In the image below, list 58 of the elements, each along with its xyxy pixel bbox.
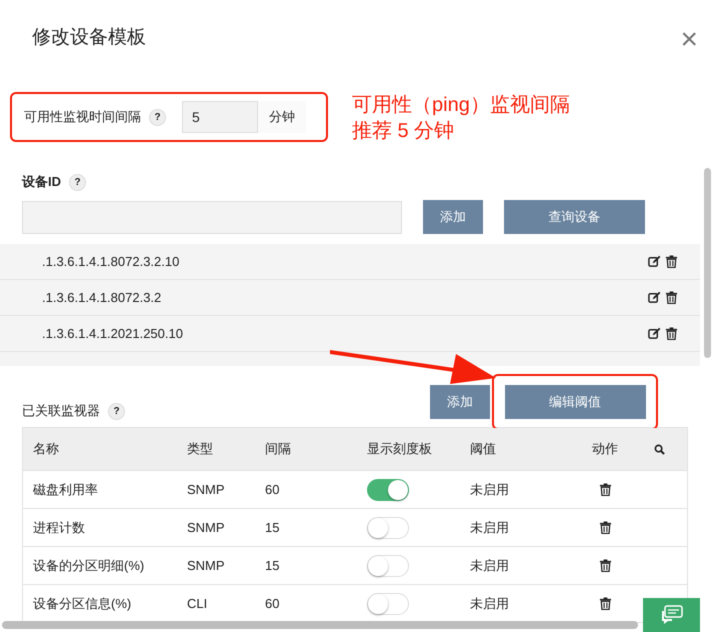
edit-icon[interactable] <box>648 291 661 304</box>
column-header: 动作 <box>591 440 619 458</box>
annotation-text: 可用性（ping）监视间隔 <box>352 93 570 118</box>
unit-label: 分钟 <box>258 101 306 133</box>
interval-label: 可用性监视时间间隔 <box>24 108 141 126</box>
chat-icon <box>660 605 684 625</box>
monitors-label: 已关联监视器 <box>22 402 100 420</box>
device-id-field[interactable] <box>22 200 402 234</box>
table-cell-text: 磁盘利用率 <box>32 480 99 498</box>
oid-text: .1.3.6.1.4.1.8072.3.2.10 <box>42 254 180 269</box>
column-header: 类型 <box>187 440 214 458</box>
search-icon[interactable] <box>654 444 665 454</box>
trash-icon[interactable] <box>598 483 612 496</box>
device-id-label: 设备ID <box>22 173 61 191</box>
column-header: 阈值 <box>470 440 497 458</box>
table-cell-text: 60 <box>265 482 280 497</box>
oid-text: .1.3.6.1.4.1.2021.250.10 <box>42 326 183 341</box>
action-button[interactable]: 添加 <box>430 385 490 419</box>
toggle-switch[interactable] <box>367 478 409 500</box>
action-button[interactable]: 添加 <box>423 200 483 234</box>
table-cell-text: 60 <box>265 596 280 611</box>
dialog-title: 修改设备模板 <box>32 26 146 50</box>
trash-icon[interactable] <box>598 559 612 572</box>
table-cell-text: CLI <box>187 596 208 611</box>
oid-text: .1.3.6.1.4.1.8072.3.2 <box>42 290 162 305</box>
annotation-text: 推荐 5 分钟 <box>352 119 456 144</box>
table-cell-text: 未启用 <box>470 594 510 612</box>
column-header: 间隔 <box>265 440 292 458</box>
column-header: 显示刻度板 <box>367 440 433 458</box>
column-header: 名称 <box>32 440 60 458</box>
table-cell-text: SNMP <box>187 558 226 573</box>
table-cell-text: 15 <box>265 558 280 573</box>
help-icon[interactable]: ? <box>69 174 86 190</box>
trash-icon[interactable] <box>598 521 612 534</box>
trash-icon[interactable] <box>598 597 612 610</box>
trash-icon[interactable] <box>665 255 678 268</box>
edit-icon[interactable] <box>648 255 661 268</box>
table-cell-text: 未启用 <box>470 518 510 536</box>
table-cell-text: 进程计数 <box>32 518 86 536</box>
action-button[interactable]: 查询设备 <box>504 200 645 234</box>
edit-icon[interactable] <box>648 327 661 340</box>
interval-field[interactable]: 5 <box>182 101 258 133</box>
close-button[interactable]: × <box>676 25 702 55</box>
trash-icon[interactable] <box>665 291 678 304</box>
table-cell-text: 设备分区信息(%) <box>32 594 132 612</box>
table-cell-text: 未启用 <box>470 480 510 498</box>
help-icon[interactable]: ? <box>108 402 125 420</box>
horizontal-scrollbar[interactable] <box>2 621 638 629</box>
trash-icon[interactable] <box>665 327 678 340</box>
table-cell-text: SNMP <box>187 520 226 535</box>
table-cell-text: SNMP <box>187 482 226 497</box>
help-icon[interactable]: ? <box>149 108 166 126</box>
chat-button[interactable] <box>643 598 700 632</box>
vertical-scrollbar[interactable] <box>704 168 711 358</box>
table-cell-text: 未启用 <box>470 556 510 574</box>
action-button[interactable]: 编辑阈值 <box>504 385 646 419</box>
table-cell-text: 设备的分区明细(%) <box>32 556 146 574</box>
table-cell-text: 15 <box>265 520 280 535</box>
